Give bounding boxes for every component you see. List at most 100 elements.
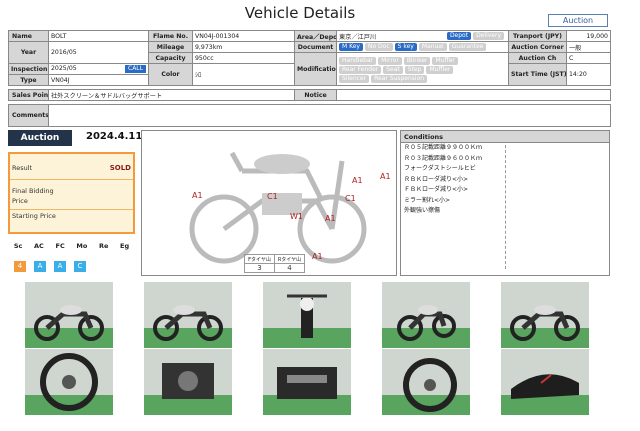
mod-tag: Muffer [432, 56, 458, 65]
grade-fc: A [54, 261, 66, 272]
grade-header: Eg [120, 242, 130, 250]
modification-tags: Handlebar Mirror Blinker Muffer Rear Fender… [336, 52, 509, 86]
color-label: Color [148, 63, 193, 86]
capacity-label: Capacity [148, 52, 193, 64]
photo-thumbnail[interactable] [501, 349, 589, 415]
area-cell: 東京／江戸川 Depot Delivery [336, 30, 509, 42]
mod-tag: Muffler [426, 65, 454, 74]
starting-price-label: Starting Price [12, 212, 56, 220]
photo-thumbnail[interactable] [263, 349, 351, 415]
color-value: ｼﾛ [192, 63, 295, 86]
rear-tire-value: 4 [274, 263, 305, 273]
mod-tag: Step [404, 65, 425, 74]
capacity-value: 950cc [192, 52, 295, 64]
year-label: Year [8, 41, 49, 64]
depot-tag: Depot [446, 31, 472, 40]
grade-sc: 4 [14, 261, 26, 272]
corner-value: 一般 [566, 41, 611, 53]
damage-mark: C1 [267, 192, 278, 201]
document-label: Document [294, 41, 337, 53]
call-badge[interactable]: CALL [125, 65, 146, 73]
damage-mark: A1 [352, 176, 363, 185]
page-title: Vehicle Details [244, 4, 356, 22]
inspection-value: 2025/05 [51, 65, 77, 72]
auction-date: Auction date 2024.4.11 [8, 130, 142, 159]
type-label: Type [8, 74, 49, 86]
final-bidding-label-2: Price [12, 197, 28, 205]
notice-label: Notice [294, 89, 337, 101]
final-bidding-label: Final Bidding [12, 187, 54, 195]
photo-thumbnail[interactable] [382, 349, 470, 415]
photo-thumbnail[interactable] [144, 282, 232, 348]
conditions-label: Conditions [401, 131, 609, 143]
auction-date-label: Auction date [8, 130, 72, 159]
tire-table: Fタイヤ山 Rタイヤ山 3 4 [244, 254, 305, 273]
frame-value: VN04J-001304 [192, 30, 295, 42]
transport-label: Tranport (JPY) [508, 30, 567, 42]
grade-header: FC [55, 242, 65, 250]
name-value: BOLT [48, 30, 149, 42]
sold-badge: SOLD [109, 164, 131, 172]
damage-mark: A1 [192, 191, 203, 200]
damage-mark: W1 [290, 212, 303, 221]
photo-thumbnail[interactable] [25, 282, 113, 348]
sales-value: 社外スクリーン＆サドルバッグサポート [48, 89, 295, 101]
mod-tag: Seat [383, 65, 403, 74]
conditions-panel: Conditions Ｒ０５記載距離９９００Ｋｍ Ｒ０３記載距離９６００Ｋｍ フ… [400, 130, 610, 276]
inspection-cell: 2025/05 CALL [48, 63, 149, 75]
frame-label: Flame No. [148, 30, 193, 42]
area-label: Area／Depot [294, 30, 337, 42]
grade-header: Mo [76, 242, 88, 250]
modification-label: Modification [294, 52, 337, 86]
mod-tag: Silencer [339, 74, 370, 83]
auction-date-value: 2024.4.11 [86, 131, 143, 142]
front-tire-label: Fタイヤ山 [244, 254, 275, 264]
auction-ch-label: Auction Ch [508, 52, 567, 64]
starting-price-row: Starting Price [12, 212, 133, 220]
final-bidding-row: Final Bidding Price [12, 186, 133, 206]
notice-value [336, 89, 611, 101]
mod-tag: Rear Suspension [371, 74, 428, 83]
inspection-label: Inspection [8, 63, 49, 75]
document-tags: M Key No Doc S key Manual Guarantee [336, 41, 509, 53]
type-value: VN04J [48, 74, 149, 86]
photo-thumbnail[interactable] [144, 349, 232, 415]
doc-tag-mkey: M Key [339, 43, 363, 51]
corner-label: Auction Corner [508, 41, 567, 53]
mod-tag: Rear Fender [339, 65, 382, 74]
result-panel: Result SOLD Final Bidding Price Starting… [8, 152, 135, 234]
damage-diagram: A1 C1 A1 A1 C1 W1 A1 A1 Fタイヤ山 Rタイヤ山 3 4 [141, 130, 397, 276]
comments-label: Comments [8, 104, 49, 127]
comments-value [48, 104, 611, 127]
grade-header: Re [98, 242, 109, 250]
doc-tag-nodoc: No Doc [364, 43, 393, 51]
result-label: Result [12, 164, 33, 172]
mod-tag: Blinker [403, 56, 431, 65]
damage-mark: A1 [312, 252, 323, 261]
transport-value: 19,000 [566, 30, 611, 42]
front-tire-value: 3 [244, 263, 275, 273]
name-label: Name [8, 30, 49, 42]
rear-tire-label: Rタイヤ山 [274, 254, 305, 264]
start-label: Start Time (JST) [508, 63, 567, 86]
grade-header: Sc [13, 242, 23, 250]
doc-tag-manual: Manual [418, 43, 447, 51]
grade-panel: Sc AC FC Mo Re Eg 4 A A C [8, 240, 135, 272]
auction-tab[interactable]: Auction [548, 14, 608, 27]
year-value: 2016/05 [48, 41, 149, 64]
damage-mark: C1 [345, 194, 356, 203]
area-value: 東京／江戸川 [339, 33, 377, 41]
photo-thumbnail[interactable] [263, 282, 351, 348]
delivery-tag: Delivery [473, 31, 504, 40]
photo-thumbnail[interactable] [382, 282, 470, 348]
photo-thumbnail[interactable] [25, 349, 113, 415]
mod-tag: Mirror [378, 56, 402, 65]
spec-table: Name BOLT Flame No. VN04J-001304 Area／De… [8, 30, 611, 127]
result-row: Result SOLD [12, 164, 133, 172]
mileage-value: 9,973km [192, 41, 295, 53]
doc-tag-skey: S key [394, 43, 417, 51]
sales-label: Sales Point [8, 89, 49, 101]
doc-tag-guarantee: Guarantee [448, 43, 487, 51]
photo-thumbnail[interactable] [501, 282, 589, 348]
mileage-label: Mileage [148, 41, 193, 53]
